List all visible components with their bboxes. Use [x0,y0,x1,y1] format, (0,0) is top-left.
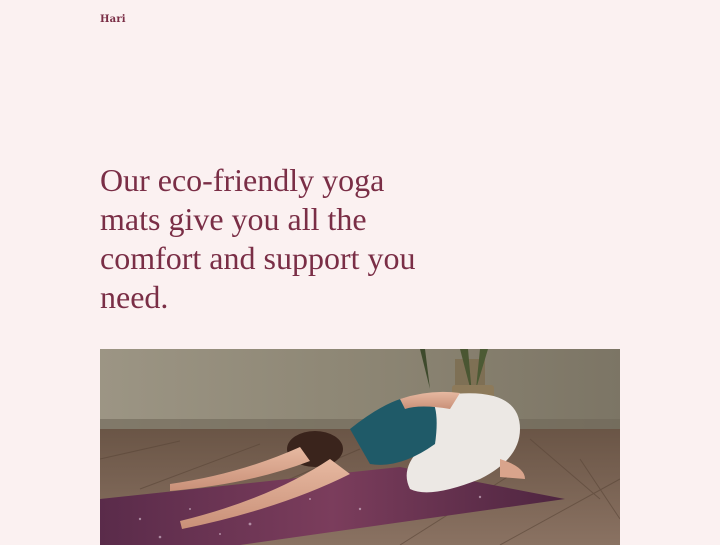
hero-headline: Our eco-friendly yoga mats give you all … [100,162,416,315]
hero-image [100,349,620,545]
brand-logo[interactable]: Hari [100,14,126,25]
